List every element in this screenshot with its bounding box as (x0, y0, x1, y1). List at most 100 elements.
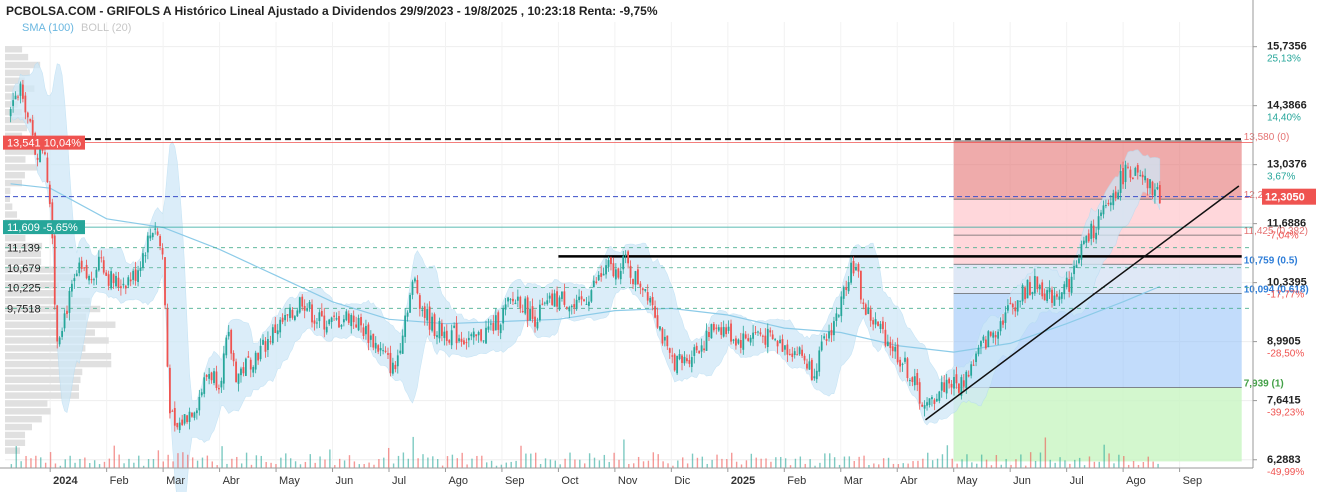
volume-bar (662, 461, 664, 468)
candle-body (372, 333, 375, 348)
candle-body (1002, 320, 1004, 325)
price-chart[interactable]: 13,580 (0)12,248 (0.236)11,425 (0.382)10… (0, 0, 1320, 492)
volume-bar (343, 460, 346, 468)
candle-body (95, 269, 98, 278)
volume-bar (172, 461, 174, 468)
candle-body (561, 291, 563, 299)
volume-bar (745, 460, 748, 468)
candle-body (632, 279, 634, 285)
candle-body (911, 377, 914, 382)
candle-body (107, 274, 110, 286)
volume-bar (848, 456, 851, 468)
candle-body (727, 326, 730, 331)
left-price-tag: 13,541 10,04% (7, 138, 81, 150)
volume-bar (735, 461, 738, 468)
candle-body (980, 341, 982, 347)
volume-bar (133, 462, 135, 468)
candle-body (362, 327, 365, 336)
volume-bar (152, 459, 155, 468)
x-tick-label: Abr (223, 475, 240, 487)
candle-body (1031, 292, 1034, 295)
volume-bar (931, 460, 934, 468)
candle-body (896, 344, 899, 363)
candle-body (982, 336, 985, 341)
volume-bar (285, 453, 287, 468)
candle-body (891, 346, 894, 352)
volume-bar (1029, 452, 1032, 468)
candle-body (1127, 166, 1129, 168)
candle-body (879, 323, 882, 330)
volume-bar (1108, 453, 1110, 468)
candle-body (61, 331, 64, 337)
candle-body (992, 332, 995, 338)
volume-profile-bar (5, 408, 51, 415)
candle-body (568, 307, 571, 312)
candle-body (801, 349, 803, 356)
volume-bar (108, 458, 111, 468)
candle-body (504, 304, 507, 310)
candle-body (539, 304, 541, 321)
candle-body (935, 398, 938, 402)
candle-body (708, 331, 710, 337)
candle-body (553, 293, 556, 307)
volume-bar (873, 463, 875, 468)
candle-body (901, 363, 904, 365)
candle-body (384, 350, 387, 352)
candle-body (276, 330, 279, 335)
candle-body (546, 300, 549, 305)
volume-bar (946, 445, 949, 468)
candle-body (404, 315, 407, 337)
candle-body (776, 340, 779, 347)
volume-bar (569, 452, 571, 468)
candle-body (448, 340, 451, 343)
y-tick-pct: 14,40% (1267, 113, 1301, 124)
candle-body (970, 364, 973, 376)
candle-body (747, 338, 750, 341)
candle-body (252, 367, 255, 373)
candle-body (1007, 305, 1009, 311)
candle-body (872, 320, 875, 325)
volume-bar (54, 463, 57, 468)
candle-body (575, 299, 578, 310)
fib-zone (953, 140, 1242, 200)
volume-bar (191, 457, 194, 468)
volume-bar (289, 458, 292, 468)
candle-body (455, 322, 458, 344)
candle-body (524, 298, 527, 314)
candle-body (149, 235, 152, 239)
candle-body (1004, 312, 1007, 323)
sma-legend[interactable]: SMA (100) (22, 22, 74, 34)
candle-body (186, 415, 188, 423)
volume-bar (863, 455, 865, 468)
volume-bar (588, 453, 591, 468)
last-price-tag: 12,3050 (1265, 192, 1305, 204)
candle-body (867, 307, 870, 314)
volume-bar (544, 458, 547, 468)
candle-body (1146, 178, 1149, 189)
candle-body (306, 308, 309, 311)
volume-profile-bar (5, 187, 11, 195)
volume-bar (554, 460, 557, 468)
candle-body (588, 301, 590, 306)
boll-legend[interactable]: BOLL (20) (81, 22, 131, 34)
candle-body (482, 340, 485, 342)
candle-body (284, 314, 286, 321)
candle-body (198, 396, 201, 411)
candle-body (1056, 294, 1058, 297)
candle-body (433, 314, 436, 337)
volume-profile-bar (5, 124, 28, 132)
candle-body (617, 268, 620, 278)
candle-body (543, 302, 546, 304)
candle-body (563, 291, 566, 305)
volume-profile-bar (5, 171, 25, 179)
candle-body (1124, 164, 1127, 183)
candle-body (374, 342, 377, 349)
volume-profile-bar (5, 415, 42, 423)
candle-body (389, 352, 392, 374)
volume-bar (93, 460, 96, 468)
candle-body (637, 269, 639, 285)
volume-bar (338, 458, 341, 468)
volume-bar (182, 452, 184, 468)
candle-body (244, 358, 247, 376)
candle-body (56, 305, 59, 342)
